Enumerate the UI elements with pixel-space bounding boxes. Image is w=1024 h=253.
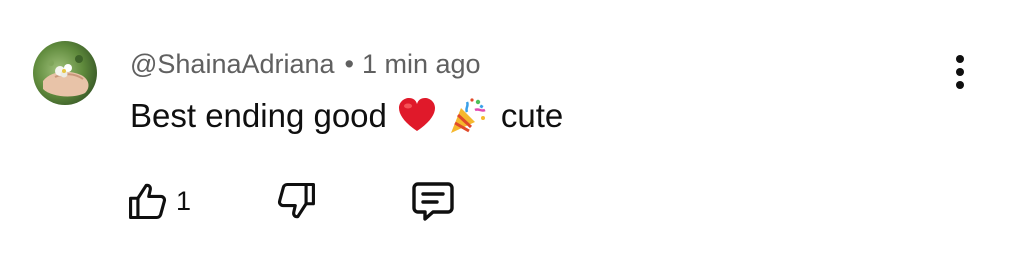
party-popper-icon <box>447 96 487 136</box>
comment-actions: 1 <box>0 176 1024 226</box>
comment-reply-icon <box>412 182 454 221</box>
like-button[interactable]: 1 <box>126 176 191 226</box>
more-vert-icon <box>956 55 964 89</box>
like-count: 1 <box>176 185 192 216</box>
comment-text-tail: cute <box>500 97 564 134</box>
avatar[interactable] <box>33 41 97 105</box>
thumb-down-icon <box>277 182 315 219</box>
comment-time: 1 min ago <box>362 48 481 79</box>
comment-text-main: Best ending good <box>130 97 387 134</box>
comment-text: Best ending good cute <box>130 96 563 136</box>
reply-button[interactable] <box>409 176 457 226</box>
author-name[interactable]: @ShainaAdriana <box>130 49 335 80</box>
dislike-button[interactable] <box>274 176 318 226</box>
red-heart-icon <box>397 96 437 136</box>
thumb-up-icon <box>129 183 167 220</box>
meta-separator: • <box>344 48 354 79</box>
comment-meta: @ShainaAdriana • 1 min ago <box>130 46 481 82</box>
comment: @ShainaAdriana • 1 min ago Best ending g… <box>0 0 1024 253</box>
more-options-button[interactable] <box>943 52 977 92</box>
